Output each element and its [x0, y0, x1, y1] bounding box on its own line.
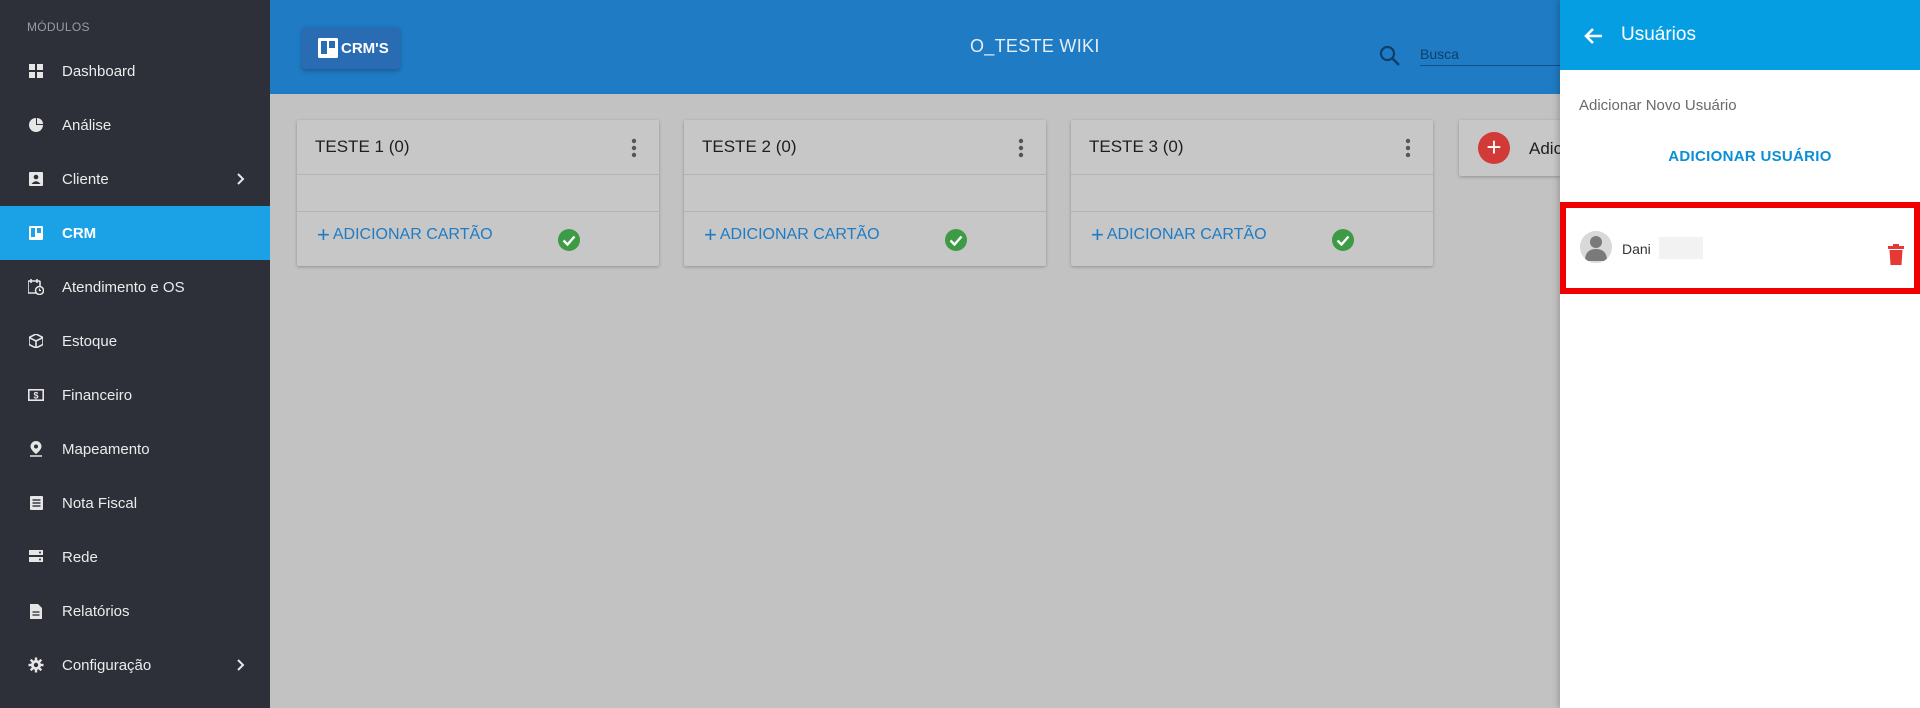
arrow-back-icon[interactable]	[1582, 24, 1606, 48]
board-title: O_TESTE WIKI	[970, 36, 1100, 56]
column-count: (0)	[775, 137, 797, 156]
users-panel: Usuários Adicionar Novo Usuário ADICIONA…	[1560, 0, 1920, 708]
column-body	[684, 176, 1046, 212]
add-icon[interactable]: +	[1478, 132, 1510, 164]
column-title: TESTE 2	[702, 137, 771, 156]
server-icon	[27, 548, 45, 566]
more-vertical-icon[interactable]	[1018, 138, 1024, 158]
sidebar-item-crm[interactable]: CRM	[0, 206, 270, 260]
avatar	[1580, 231, 1612, 263]
column-header: TESTE 2 (0)	[684, 120, 1046, 175]
money-icon: $	[27, 386, 45, 404]
sidebar-item-atendimento[interactable]: Atendimento e OS	[0, 260, 270, 314]
panel-title: Usuários	[1621, 24, 1696, 45]
user-name: Dani	[1622, 241, 1651, 257]
sidebar-item-label: Dashboard	[62, 62, 136, 80]
column-header: TESTE 1 (0)	[297, 120, 659, 175]
column-count: (0)	[388, 137, 410, 156]
sidebar-item-label: Financeiro	[62, 386, 133, 404]
sidebar-item-label: CRM	[62, 224, 97, 242]
sidebar-item-label: Relatórios	[62, 602, 130, 620]
add-column-label: Adic	[1529, 139, 1560, 158]
sidebar-item-label: Análise	[62, 116, 112, 134]
sidebar-item-dashboard[interactable]: Dashboard	[0, 44, 270, 98]
add-new-user-label: Adicionar Novo Usuário	[1579, 97, 1737, 114]
add-card-button[interactable]: + ADICIONAR CARTÃO	[317, 222, 493, 247]
column-title: TESTE 3	[1089, 137, 1158, 156]
column-body	[297, 176, 659, 212]
column-header: TESTE 3 (0)	[1071, 120, 1433, 175]
trello-icon	[318, 38, 338, 58]
more-vertical-icon[interactable]	[631, 138, 637, 158]
search-icon[interactable]	[1379, 45, 1401, 67]
add-column-button[interactable]: + Adic	[1459, 120, 1560, 176]
check-circle-icon[interactable]	[944, 228, 968, 252]
sidebar-item-relatorios[interactable]: Relatórios	[0, 584, 270, 638]
column-title: TESTE 1	[315, 137, 384, 156]
sidebar-item-label: Rede	[62, 548, 98, 566]
add-card-button[interactable]: + ADICIONAR CARTÃO	[1091, 222, 1267, 247]
add-card-button[interactable]: + ADICIONAR CARTÃO	[704, 222, 880, 247]
crms-button[interactable]: CRM'S	[302, 27, 400, 69]
sidebar-item-label: Estoque	[62, 332, 118, 350]
sidebar-item-rede[interactable]: Rede	[0, 530, 270, 584]
trello-icon	[27, 224, 45, 242]
map-pin-icon	[27, 440, 45, 458]
panel-header: Usuários	[1560, 0, 1920, 70]
sidebar-item-financeiro[interactable]: $ Financeiro	[0, 368, 270, 422]
gear-icon	[27, 656, 45, 674]
sidebar-item-label: Cliente	[62, 170, 109, 188]
dashboard-icon	[27, 62, 45, 80]
pie-chart-icon	[27, 116, 45, 134]
redacted-area	[1659, 237, 1703, 259]
trash-icon[interactable]	[1886, 244, 1906, 266]
sidebar-item-label: Mapeamento	[62, 440, 150, 458]
add-user-button[interactable]: ADICIONAR USUÁRIO	[1660, 148, 1840, 165]
board-column: TESTE 2 (0) + ADICIONAR CARTÃO	[684, 120, 1046, 266]
sidebar-item-mapeamento[interactable]: Mapeamento	[0, 422, 270, 476]
sidebar: MÓDULOS Dashboard Análise Cliente CRM At…	[0, 0, 270, 708]
box-icon	[27, 332, 45, 350]
sidebar-item-configuracao[interactable]: Configuração	[0, 638, 270, 692]
sidebar-item-label: Nota Fiscal	[62, 494, 138, 512]
column-body	[1071, 176, 1433, 212]
plus-icon: +	[317, 222, 330, 247]
more-vertical-icon[interactable]	[1405, 138, 1411, 158]
chevron-right-icon	[237, 173, 245, 185]
sidebar-item-nota-fiscal[interactable]: Nota Fiscal	[0, 476, 270, 530]
calendar-clock-icon	[27, 278, 45, 296]
sidebar-item-label: Atendimento e OS	[62, 278, 185, 296]
contact-icon	[27, 170, 45, 188]
sidebar-header: MÓDULOS	[27, 20, 90, 34]
chevron-right-icon	[237, 659, 245, 671]
plus-icon: +	[704, 222, 717, 247]
sidebar-item-cliente[interactable]: Cliente	[0, 152, 270, 206]
receipt-icon	[27, 494, 45, 512]
topbar: CRM'S O_TESTE WIKI	[270, 0, 1560, 94]
search-input[interactable]	[1420, 42, 1560, 66]
sidebar-item-label: Configuração	[62, 656, 152, 674]
board-column: TESTE 3 (0) + ADICIONAR CARTÃO	[1071, 120, 1433, 266]
sidebar-item-estoque[interactable]: Estoque	[0, 314, 270, 368]
document-icon	[27, 602, 45, 620]
plus-icon: +	[1091, 222, 1104, 247]
sidebar-item-analise[interactable]: Análise	[0, 98, 270, 152]
svg-text:$: $	[33, 391, 38, 401]
crms-label: CRM'S	[341, 39, 389, 57]
check-circle-icon[interactable]	[557, 228, 581, 252]
user-list-item: Dani	[1560, 202, 1920, 294]
board-column: TESTE 1 (0) + ADICIONAR CARTÃO	[297, 120, 659, 266]
column-count: (0)	[1162, 137, 1184, 156]
check-circle-icon[interactable]	[1331, 228, 1355, 252]
